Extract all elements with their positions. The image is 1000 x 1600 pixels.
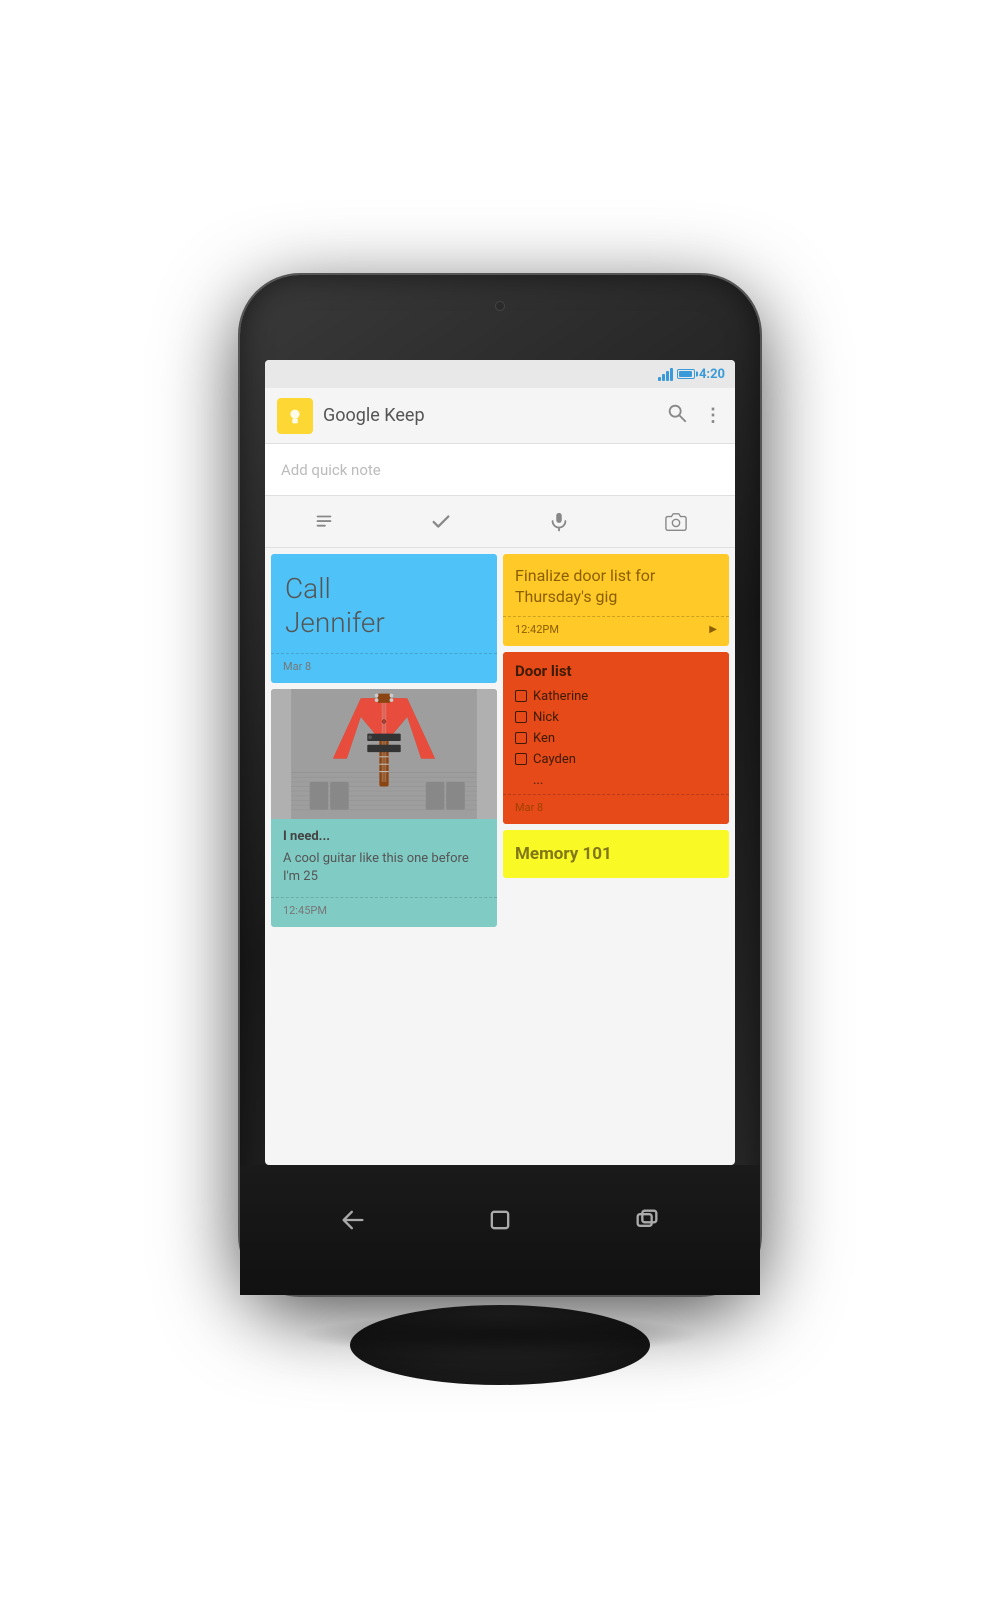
app-title: Google Keep (323, 405, 666, 426)
checklist-button[interactable] (421, 502, 461, 542)
search-icon[interactable] (666, 402, 688, 429)
checklist-item: Ken (503, 728, 729, 749)
keep-logo-icon (277, 398, 313, 434)
action-bar (265, 496, 735, 548)
notes-column-right: Finalize door list for Thursday's gig 12… (503, 554, 729, 1159)
battery-icon (677, 369, 695, 379)
checklist-ellipsis: ... (503, 770, 729, 794)
app-bar-actions: ⋮ (666, 402, 723, 429)
checklist-item: Cayden (503, 749, 729, 770)
memory-title: Memory 101 (503, 830, 729, 878)
guitar-image (271, 689, 497, 819)
status-bar: 4:20 (265, 360, 735, 388)
microphone-button[interactable] (539, 502, 579, 542)
home-button[interactable] (480, 1200, 520, 1240)
status-time: 4:20 (699, 367, 725, 382)
phone-stand (350, 1305, 650, 1385)
quick-note-placeholder: Add quick note (281, 461, 381, 479)
recents-button[interactable] (627, 1200, 667, 1240)
camera-button[interactable] (656, 502, 696, 542)
phone-device: 4:20 Google Keep (240, 275, 760, 1325)
note-text-button[interactable] (304, 502, 344, 542)
checkbox-cayden (515, 753, 527, 765)
note-door-checklist[interactable]: Door list Katherine Nick Ken (503, 652, 729, 824)
note-time: 12:45PM (271, 897, 497, 927)
phone-shadow (300, 1315, 700, 1355)
nav-bar (240, 1165, 760, 1295)
checklist-item: Nick (503, 707, 729, 728)
signal-icon (658, 367, 673, 381)
front-camera (495, 301, 505, 311)
note-subtitle: I need... (271, 819, 497, 848)
note-body: A cool guitar like this one before I'm 2… (271, 848, 497, 896)
phone-screen: 4:20 Google Keep (265, 360, 735, 1165)
note-finalize-door[interactable]: Finalize door list for Thursday's gig 12… (503, 554, 729, 646)
checkbox-ken (515, 732, 527, 744)
checkbox-nick (515, 711, 527, 723)
back-button[interactable] (333, 1200, 373, 1240)
note-title: Finalize door list for Thursday's gig (503, 554, 729, 616)
note-guitar-wish[interactable]: I need... A cool guitar like this one be… (271, 689, 497, 926)
notes-grid: CallJennifer Mar 8 (265, 548, 735, 1165)
phone-body: 4:20 Google Keep (240, 275, 760, 1295)
checklist-date: Mar 8 (503, 794, 729, 824)
more-options-icon[interactable]: ⋮ (704, 405, 723, 426)
note-time: 12:42PM ▶ (503, 616, 729, 646)
note-date: Mar 8 (271, 653, 497, 683)
checkbox-katherine (515, 690, 527, 702)
status-icons: 4:20 (658, 367, 725, 382)
note-call-jennifer[interactable]: CallJennifer Mar 8 (271, 554, 497, 683)
note-title: CallJennifer (271, 554, 497, 649)
play-icon: ▶ (709, 624, 717, 635)
checklist-title: Door list (503, 652, 729, 686)
app-bar: Google Keep ⋮ (265, 388, 735, 444)
checklist-item: Katherine (503, 686, 729, 707)
notes-column-left: CallJennifer Mar 8 (271, 554, 497, 1159)
quick-note-bar[interactable]: Add quick note (265, 444, 735, 496)
note-memory-101[interactable]: Memory 101 (503, 830, 729, 878)
